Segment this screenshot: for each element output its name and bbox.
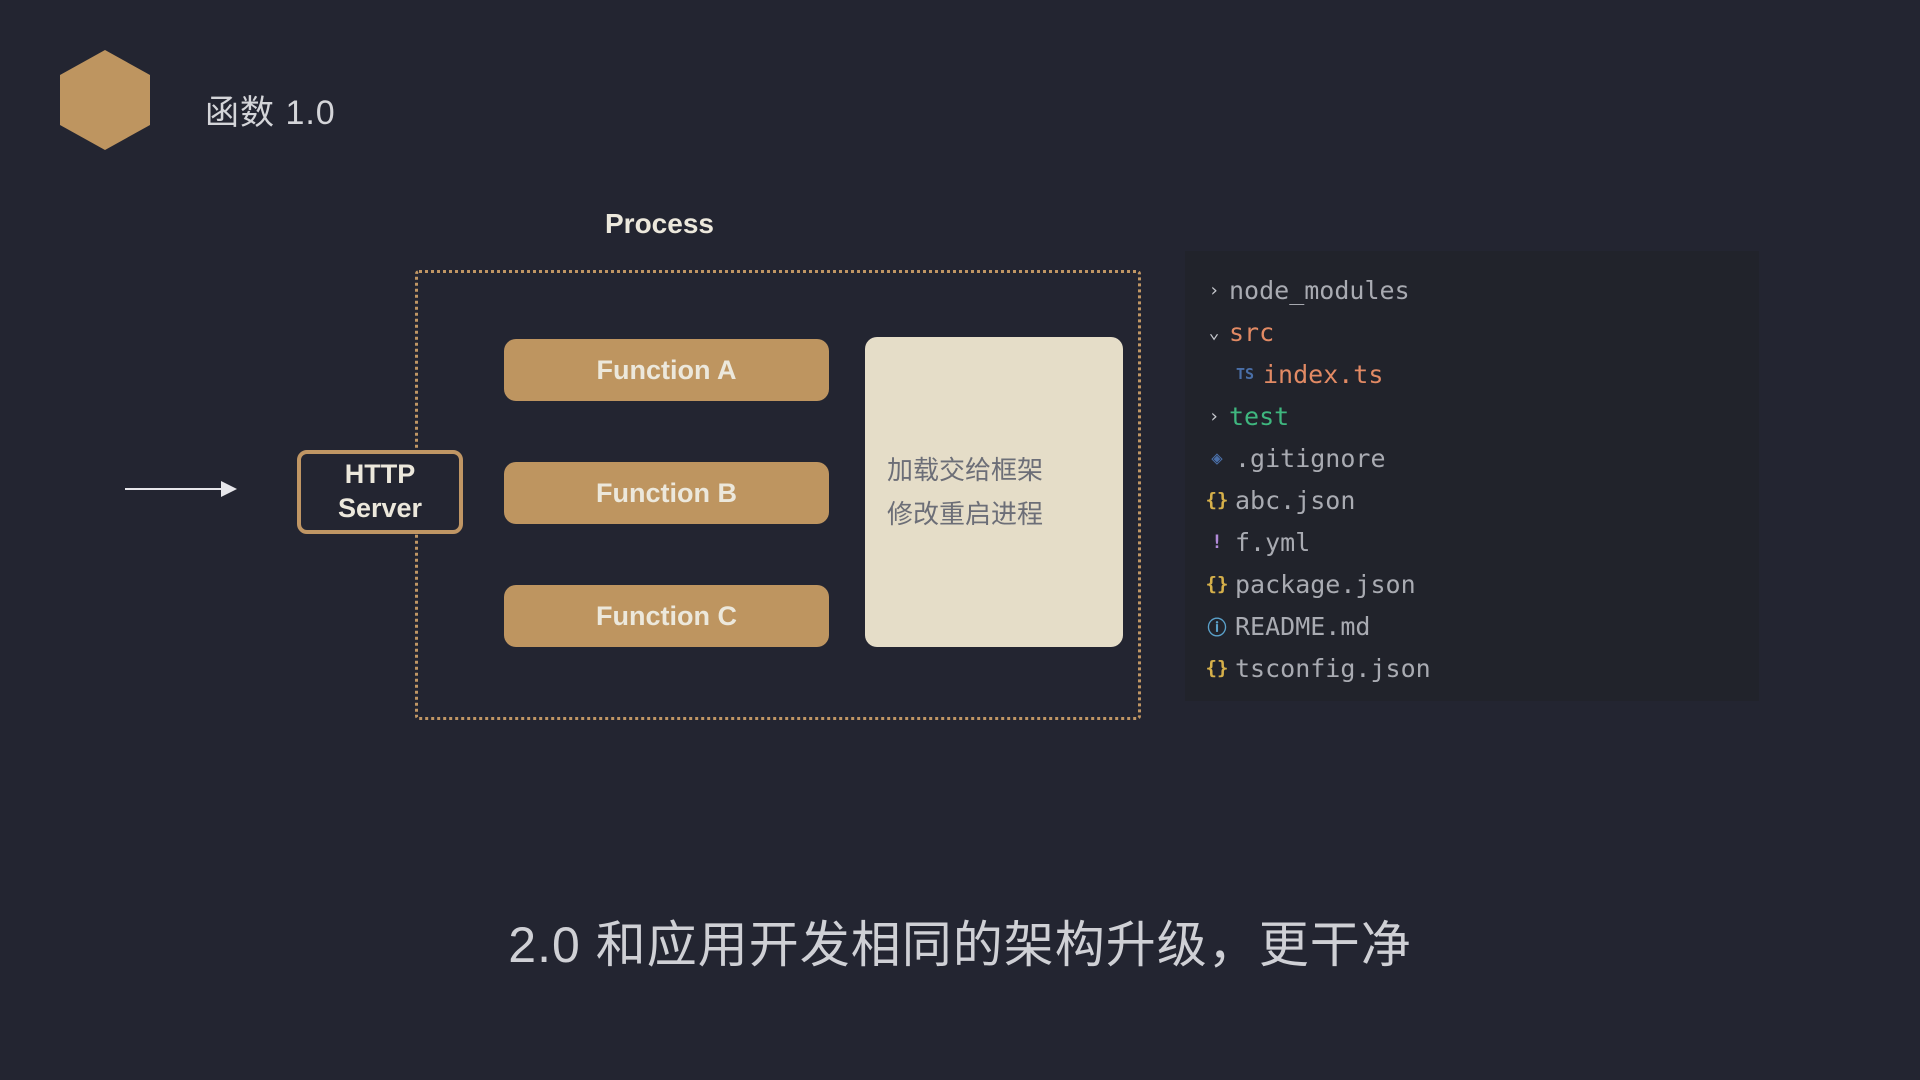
function-b-box: Function B — [504, 462, 829, 524]
chevron-right-icon: › — [1203, 280, 1225, 301]
git-icon: ◈ — [1203, 447, 1231, 469]
side-panel: 加载交给框架 修改重启进程 — [865, 337, 1123, 647]
function-a-box: Function A — [504, 339, 829, 401]
ts-icon: TS — [1231, 365, 1259, 383]
tree-row-tsconfig: {} tsconfig.json — [1185, 647, 1759, 689]
tree-row-index-ts: TS index.ts — [1185, 353, 1759, 395]
http-server-label: HTTP Server — [338, 458, 422, 526]
tree-row-test: › test — [1185, 395, 1759, 437]
tree-label: tsconfig.json — [1235, 654, 1431, 683]
json-icon: {} — [1203, 573, 1231, 595]
tree-row-gitignore: ◈ .gitignore — [1185, 437, 1759, 479]
file-tree: › node_modules ⌄ src TS index.ts › test … — [1185, 251, 1759, 701]
tree-label: abc.json — [1235, 486, 1355, 515]
tree-label: .gitignore — [1235, 444, 1386, 473]
tree-label: node_modules — [1229, 276, 1410, 305]
chevron-down-icon: ⌄ — [1203, 322, 1225, 343]
tree-label: test — [1229, 402, 1289, 431]
tree-row-readme: ⓘ README.md — [1185, 605, 1759, 647]
tree-row-f-yml: ! f.yml — [1185, 521, 1759, 563]
function-a-label: Function A — [597, 355, 737, 386]
side-panel-line2: 修改重启进程 — [887, 492, 1101, 536]
tree-label: README.md — [1235, 612, 1370, 641]
tree-row-node-modules: › node_modules — [1185, 269, 1759, 311]
arrow-icon — [125, 488, 235, 490]
function-c-box: Function C — [504, 585, 829, 647]
function-b-label: Function B — [596, 478, 737, 509]
slide-title: 函数 1.0 — [205, 85, 336, 134]
tree-label: f.yml — [1235, 528, 1310, 557]
tree-label: index.ts — [1263, 360, 1383, 389]
http-server-box: HTTP Server — [297, 450, 463, 534]
hexagon-icon — [60, 50, 150, 150]
function-c-label: Function C — [596, 601, 737, 632]
json-icon: {} — [1203, 489, 1231, 511]
tree-label: package.json — [1235, 570, 1416, 599]
tree-row-abc-json: {} abc.json — [1185, 479, 1759, 521]
tree-label: src — [1229, 318, 1274, 347]
tree-row-package-json: {} package.json — [1185, 563, 1759, 605]
chevron-right-icon: › — [1203, 406, 1225, 427]
side-panel-line1: 加载交给框架 — [887, 448, 1101, 492]
json-icon: {} — [1203, 657, 1231, 679]
process-label: Process — [605, 208, 714, 240]
info-icon: ⓘ — [1203, 613, 1231, 640]
footer-text: 2.0 和应用开发相同的架构升级，更干净 — [0, 905, 1920, 977]
yaml-icon: ! — [1203, 531, 1231, 553]
tree-row-src: ⌄ src — [1185, 311, 1759, 353]
